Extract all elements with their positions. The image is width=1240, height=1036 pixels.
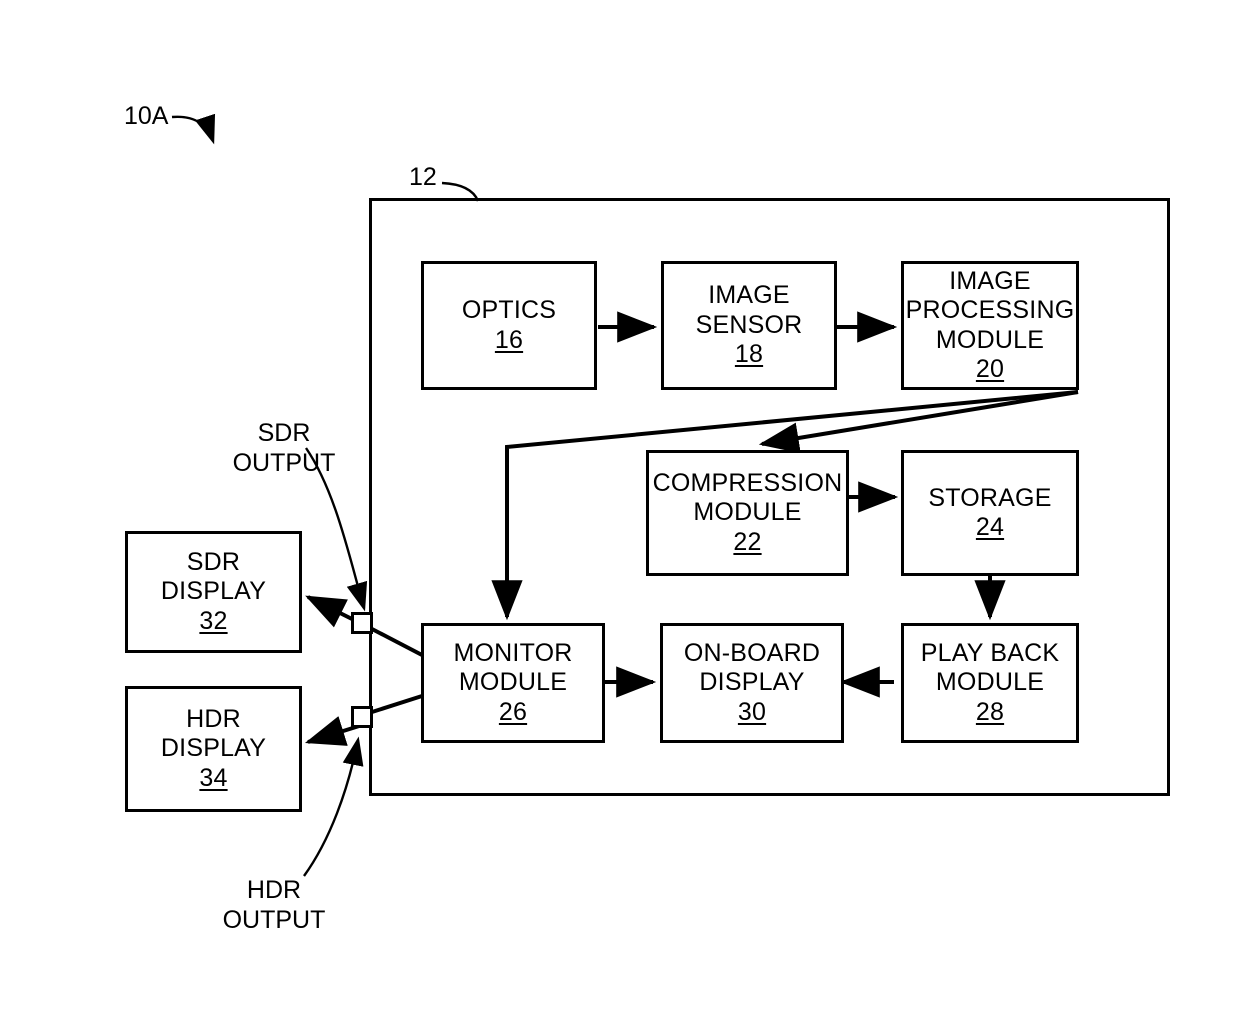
block-monitor-line-1: MODULE [458,668,568,697]
block-storage[interactable]: STORAGE 24 [901,450,1079,576]
block-on-board-line-1: DISPLAY [699,668,805,697]
block-sdr-display-line-0: SDR [186,547,241,576]
figure-reference-10a: 10A [124,102,169,130]
sdr-output-label: SDR OUTPUT [214,418,354,478]
block-image-processing-line-0: IMAGE [949,266,1031,295]
block-play-back-numeral: 28 [975,697,1005,726]
block-image-sensor-line-1: SENSOR [695,310,803,339]
block-on-board-numeral: 30 [737,697,767,726]
block-image-sensor[interactable]: IMAGE SENSOR 18 [661,261,837,390]
block-image-processing-line-1: PROCESSING [905,296,1075,324]
block-hdr-display-line-0: HDR [186,704,241,733]
block-image-sensor-numeral: 18 [734,340,764,369]
hdr-output-label-line-0: HDR [246,876,302,904]
block-monitor-numeral: 26 [498,697,528,726]
sdr-output-label-line-0: SDR [257,419,311,447]
block-monitor-line-0: MONITOR [453,638,573,667]
block-hdr-display-line-1: DISPLAY [160,734,267,763]
block-storage-numeral: 24 [975,513,1005,541]
block-play-back-line-1: MODULE [935,668,1045,697]
block-sdr-display[interactable]: SDR DISPLAY 32 [125,531,302,653]
block-storage-line-0: STORAGE [928,483,1052,512]
hdr-output-port[interactable] [351,706,373,728]
patent-figure: 10A 12 OPTICS 16 IMAGE SENSOR 18 IMAGE P… [0,0,1240,1036]
block-optics-numeral: 16 [494,325,524,354]
block-play-back-line-0: PLAY BACK [920,638,1060,667]
block-monitor-module[interactable]: MONITOR MODULE 26 [421,623,605,743]
hdr-output-label: HDR OUTPUT [204,875,344,935]
block-image-processing-numeral: 20 [975,355,1005,383]
block-optics-line-0: OPTICS [461,296,557,324]
sdr-output-port[interactable] [351,612,373,634]
block-compression-line-1: MODULE [693,498,802,527]
block-on-board-display[interactable]: ON-BOARD DISPLAY 30 [660,623,844,743]
block-compression-line-0: COMPRESSION [652,468,843,497]
block-image-processing-module[interactable]: IMAGE PROCESSING MODULE 20 [901,261,1079,390]
leader-10a [171,113,216,145]
block-sdr-display-numeral: 32 [199,606,228,635]
block-image-processing-line-2: MODULE [935,325,1045,354]
block-hdr-display-numeral: 34 [199,763,228,792]
block-play-back-module[interactable]: PLAY BACK MODULE 28 [901,623,1079,743]
block-optics[interactable]: OPTICS 16 [421,261,597,390]
leader-hdr-output [303,736,364,877]
system-reference-12: 12 [409,163,437,191]
block-on-board-line-0: ON-BOARD [683,638,821,667]
sdr-output-label-line-1: OUTPUT [232,449,336,477]
block-image-sensor-line-0: IMAGE [708,281,790,310]
block-sdr-display-line-1: DISPLAY [160,577,267,606]
block-compression-numeral: 22 [733,527,762,556]
block-compression-module[interactable]: COMPRESSION MODULE 22 [646,450,849,576]
block-hdr-display[interactable]: HDR DISPLAY 34 [125,686,302,812]
hdr-output-label-line-1: OUTPUT [222,906,326,934]
